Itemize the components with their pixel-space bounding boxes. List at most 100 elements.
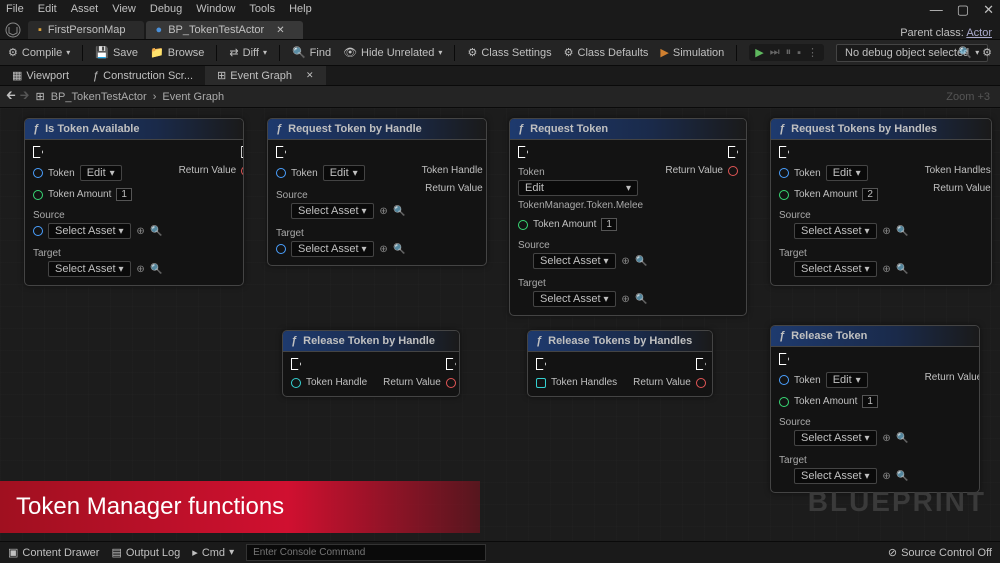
breadcrumb-leaf[interactable]: Event Graph xyxy=(162,91,224,103)
pin-source[interactable]: Select Asset▾⊕🔍 xyxy=(518,253,648,269)
pin-token-handle[interactable]: Token Handle xyxy=(422,165,487,176)
pin-token[interactable]: TokenEdit▾ xyxy=(276,165,406,181)
pin-exec-in[interactable] xyxy=(33,146,163,158)
use-icon[interactable]: ⊕ xyxy=(881,432,893,444)
menu-edit[interactable]: Edit xyxy=(38,3,57,15)
target-asset-select[interactable]: Select Asset▾ xyxy=(533,291,616,307)
pin-source[interactable]: Select Asset▾ ⊕ 🔍 xyxy=(779,223,909,239)
source-control-button[interactable]: Source Control Off xyxy=(901,547,992,559)
pin-token-amount[interactable]: Token Amount2 xyxy=(779,188,909,201)
pin-source[interactable]: Select Asset▾⊕🔍 xyxy=(276,203,406,219)
pin-source[interactable]: Select Asset▾ ⊕ 🔍 xyxy=(779,430,909,446)
pin-exec-in[interactable] xyxy=(536,358,617,370)
target-asset-select[interactable]: Select Asset▾ xyxy=(48,261,131,277)
amount-input[interactable]: 1 xyxy=(116,188,132,201)
token-edit-dropdown[interactable]: Edit▾ xyxy=(826,372,868,388)
nav-back-icon[interactable]: 🡰 xyxy=(6,86,16,107)
browse-icon[interactable]: 🔍 xyxy=(394,243,406,255)
pin-token-handles[interactable]: Token Handles xyxy=(536,377,617,388)
simulation-button[interactable]: ▶Simulation xyxy=(660,46,724,59)
node-request-token-by-handle[interactable]: ƒRequest Token by Handle TokenEdit▾ Sour… xyxy=(267,118,487,266)
browse-icon[interactable]: 🔍 xyxy=(897,470,909,482)
tab-event-graph[interactable]: ⊞Event Graph✕ xyxy=(205,66,326,85)
stop-icon[interactable]: ▪ xyxy=(797,47,801,59)
pin-return-value[interactable]: Return Value xyxy=(925,372,980,383)
menu-window[interactable]: Window xyxy=(196,3,235,15)
cmd-button[interactable]: ▸Cmd▾ xyxy=(192,546,234,559)
save-button[interactable]: 💾Save xyxy=(95,46,138,59)
use-icon[interactable]: ⊕ xyxy=(135,225,147,237)
close-icon[interactable]: ✕ xyxy=(983,2,994,18)
browse-icon[interactable]: 🔍 xyxy=(897,225,909,237)
pin-exec-out[interactable] xyxy=(446,358,456,370)
pin-token-amount[interactable]: Token Amount1 xyxy=(33,188,163,201)
pin-return-value[interactable]: Return Value xyxy=(425,183,487,194)
node-is-token-available[interactable]: ƒIs Token Available TokenEdit▾ Token Amo… xyxy=(24,118,244,286)
pin-return-value[interactable]: Return Value xyxy=(633,377,706,388)
amount-input[interactable]: 1 xyxy=(601,218,617,231)
menu-tools[interactable]: Tools xyxy=(249,3,275,15)
pin-target[interactable]: Select Asset▾⊕🔍 xyxy=(276,241,406,257)
source-asset-select[interactable]: Select Asset▾ xyxy=(48,223,131,239)
target-asset-select[interactable]: Select Asset▾ xyxy=(291,241,374,257)
pin-target[interactable]: Select Asset▾⊕🔍 xyxy=(779,261,909,277)
pause-icon[interactable]: ⏸ xyxy=(786,46,792,59)
source-asset-select[interactable]: Select Asset▾ xyxy=(794,223,877,239)
source-asset-select[interactable]: Select Asset▾ xyxy=(533,253,616,269)
source-asset-select[interactable]: Select Asset▾ xyxy=(794,430,877,446)
browse-icon[interactable]: 🔍 xyxy=(151,263,163,275)
tab-viewport[interactable]: ▦Viewport xyxy=(0,66,81,85)
console-input[interactable] xyxy=(246,544,486,561)
pin-exec-in[interactable] xyxy=(276,146,406,158)
diff-button[interactable]: ⇄Diff▾ xyxy=(229,46,267,59)
pin-source[interactable]: Select Asset▾ ⊕ 🔍 xyxy=(33,223,163,239)
browse-icon[interactable]: 🔍 xyxy=(151,225,163,237)
use-icon[interactable]: ⊕ xyxy=(881,225,893,237)
amount-input[interactable]: 2 xyxy=(862,188,878,201)
search-icon[interactable]: 🔍 xyxy=(958,46,972,59)
pin-token[interactable]: TokenEdit▾ xyxy=(779,165,909,181)
output-log-button[interactable]: ▤Output Log xyxy=(111,546,180,559)
node-release-token[interactable]: ƒRelease Token TokenEdit▾ Token Amount1 … xyxy=(770,325,980,493)
tab-firstpersonmap[interactable]: ▪ FirstPersonMap xyxy=(28,21,144,39)
token-tag-select[interactable]: Edit▾ xyxy=(518,180,638,196)
node-release-tokens-by-handles[interactable]: ƒRelease Tokens by Handles Token Handles… xyxy=(527,330,713,397)
pin-return-value[interactable]: Return Value xyxy=(665,165,738,176)
menu-help[interactable]: Help xyxy=(289,3,312,15)
pin-exec-in[interactable] xyxy=(779,146,909,158)
pin-token-amount[interactable]: Token Amount1 xyxy=(518,218,648,231)
node-release-token-by-handle[interactable]: ƒRelease Token by Handle Token Handle Re… xyxy=(282,330,460,397)
pin-exec-in[interactable] xyxy=(518,146,648,158)
tab-construction[interactable]: ƒConstruction Scr... xyxy=(81,67,205,85)
menu-debug[interactable]: Debug xyxy=(150,3,182,15)
class-settings-button[interactable]: ⚙Class Settings xyxy=(467,46,551,59)
pin-return-value[interactable]: Return Value xyxy=(179,165,244,176)
class-defaults-button[interactable]: ⚙Class Defaults xyxy=(564,46,649,59)
target-asset-select[interactable]: Select Asset▾ xyxy=(794,468,877,484)
pin-exec-out[interactable] xyxy=(241,146,244,158)
pin-return-value[interactable]: Return Value xyxy=(933,183,992,194)
pin-exec-in[interactable] xyxy=(779,353,909,365)
pin-token[interactable]: TokenEdit▾ xyxy=(779,372,909,388)
hide-unrelated-button[interactable]: 👁Hide Unrelated▾ xyxy=(343,46,442,59)
breadcrumb-root[interactable]: BP_TokenTestActor xyxy=(51,91,147,103)
pin-return-value[interactable]: Return Value xyxy=(383,377,456,388)
pin-exec-out[interactable] xyxy=(696,358,706,370)
pin-token-handles[interactable]: Token Handles xyxy=(925,165,992,176)
node-request-tokens-by-handles[interactable]: ƒRequest Tokens by Handles TokenEdit▾ To… xyxy=(770,118,992,286)
target-asset-select[interactable]: Select Asset▾ xyxy=(794,261,877,277)
node-request-token[interactable]: ƒRequest Token Token Edit▾ TokenManager.… xyxy=(509,118,747,316)
browse-icon[interactable]: 🔍 xyxy=(394,205,406,217)
token-edit-dropdown[interactable]: Edit▾ xyxy=(826,165,868,181)
pin-token-handle[interactable]: Token Handle xyxy=(291,377,367,388)
use-icon[interactable]: ⊕ xyxy=(881,470,893,482)
use-icon[interactable]: ⊕ xyxy=(135,263,147,275)
tab-bp-tokentest[interactable]: ● BP_TokenTestActor ✕ xyxy=(146,21,303,39)
pin-target[interactable]: Select Asset▾⊕🔍 xyxy=(518,291,648,307)
browse-icon[interactable]: 🔍 xyxy=(897,263,909,275)
maximize-icon[interactable]: ▢ xyxy=(957,2,969,18)
menu-view[interactable]: View xyxy=(112,3,136,15)
browse-icon[interactable]: 🔍 xyxy=(897,432,909,444)
parent-class-link[interactable]: Actor xyxy=(966,27,992,39)
source-asset-select[interactable]: Select Asset▾ xyxy=(291,203,374,219)
